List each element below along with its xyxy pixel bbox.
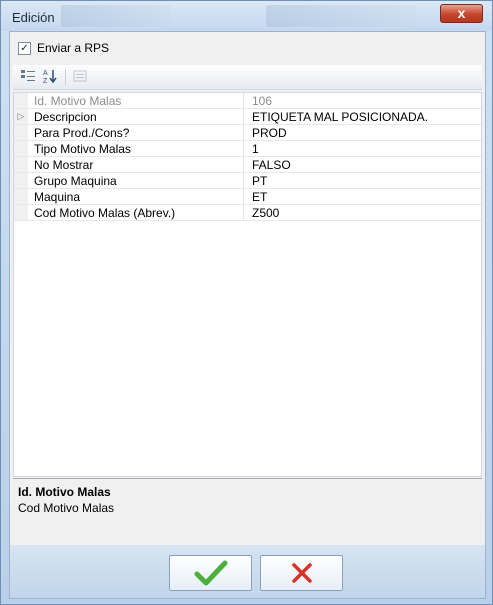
- background-blur: [266, 5, 416, 27]
- property-name: Tipo Motivo Malas: [34, 142, 131, 156]
- property-pages-icon[interactable]: [71, 68, 89, 86]
- property-value[interactable]: PROD: [252, 126, 287, 140]
- column-divider[interactable]: [243, 173, 244, 188]
- enviar-rps-label: Enviar a RPS: [37, 41, 110, 55]
- toolbar-separator: [65, 69, 66, 85]
- ok-button[interactable]: [169, 555, 252, 591]
- row-margin: [14, 141, 28, 156]
- row-margin: [14, 173, 28, 188]
- property-description-panel: Id. Motivo Malas Cod Motivo Malas: [13, 478, 482, 544]
- window-title: Edición: [12, 10, 55, 25]
- svg-text:A: A: [43, 70, 48, 77]
- property-value[interactable]: 1: [252, 142, 259, 156]
- property-row[interactable]: Para Prod./Cons? PROD: [14, 125, 481, 141]
- property-grid: Id. Motivo Malas 106 ▷ Descripcion ETIQU…: [13, 92, 482, 477]
- property-row[interactable]: Tipo Motivo Malas 1: [14, 141, 481, 157]
- property-name: Id. Motivo Malas: [34, 94, 122, 108]
- column-divider[interactable]: [243, 189, 244, 204]
- row-margin: [14, 157, 28, 172]
- property-name: Para Prod./Cons?: [34, 126, 130, 140]
- property-value[interactable]: 106: [252, 94, 272, 108]
- property-value[interactable]: PT: [252, 174, 267, 188]
- title-bar[interactable]: Edición x: [1, 1, 492, 31]
- close-button[interactable]: x: [440, 4, 483, 23]
- property-value[interactable]: FALSO: [252, 158, 291, 172]
- column-divider[interactable]: [243, 109, 244, 124]
- background-blur: [61, 5, 171, 27]
- property-row[interactable]: Maquina ET: [14, 189, 481, 205]
- property-row[interactable]: ▷ Descripcion ETIQUETA MAL POSICIONADA.: [14, 109, 481, 125]
- enviar-rps-checkbox[interactable]: ✓: [18, 41, 31, 55]
- property-name: Grupo Maquina: [34, 174, 117, 188]
- property-value[interactable]: Z500: [252, 206, 279, 220]
- property-row[interactable]: Cod Motivo Malas (Abrev.) Z500: [14, 205, 481, 221]
- row-margin: [14, 125, 28, 140]
- property-row[interactable]: No Mostrar FALSO: [14, 157, 481, 173]
- property-row[interactable]: Grupo Maquina PT: [14, 173, 481, 189]
- categorized-icon[interactable]: [19, 68, 37, 86]
- property-value[interactable]: ET: [252, 190, 267, 204]
- property-value[interactable]: ETIQUETA MAL POSICIONADA.: [252, 110, 428, 124]
- row-margin: [14, 189, 28, 204]
- column-divider[interactable]: [243, 93, 244, 108]
- cancel-button[interactable]: [260, 555, 343, 591]
- property-name: No Mostrar: [34, 158, 94, 172]
- button-bar: [10, 545, 485, 598]
- column-divider[interactable]: [243, 141, 244, 156]
- cross-icon: [291, 563, 312, 583]
- alphabetical-sort-icon[interactable]: A Z: [41, 68, 59, 86]
- property-name: Maquina: [34, 190, 81, 204]
- column-divider[interactable]: [243, 157, 244, 172]
- dialog-body: ✓ Enviar a RPS A Z Id. Motivo Malas 106 …: [9, 31, 486, 599]
- property-name: Descripcion: [34, 110, 97, 124]
- property-row[interactable]: Id. Motivo Malas 106: [14, 93, 481, 109]
- svg-text:Z: Z: [43, 78, 48, 84]
- property-grid-toolbar: A Z: [13, 65, 482, 90]
- description-title: Id. Motivo Malas: [18, 485, 111, 499]
- row-margin: [14, 93, 28, 108]
- checkmark-icon: [194, 560, 227, 586]
- column-divider[interactable]: [243, 205, 244, 220]
- row-margin: [14, 205, 28, 220]
- description-text: Cod Motivo Malas: [18, 501, 115, 515]
- property-name: Cod Motivo Malas (Abrev.): [34, 206, 176, 220]
- enviar-rps-checkbox-row[interactable]: ✓ Enviar a RPS: [18, 40, 109, 56]
- expand-arrow-icon[interactable]: ▷: [14, 109, 28, 124]
- column-divider[interactable]: [243, 125, 244, 140]
- edit-dialog: Edición x ✓ Enviar a RPS A Z Id. Motivo …: [0, 0, 493, 605]
